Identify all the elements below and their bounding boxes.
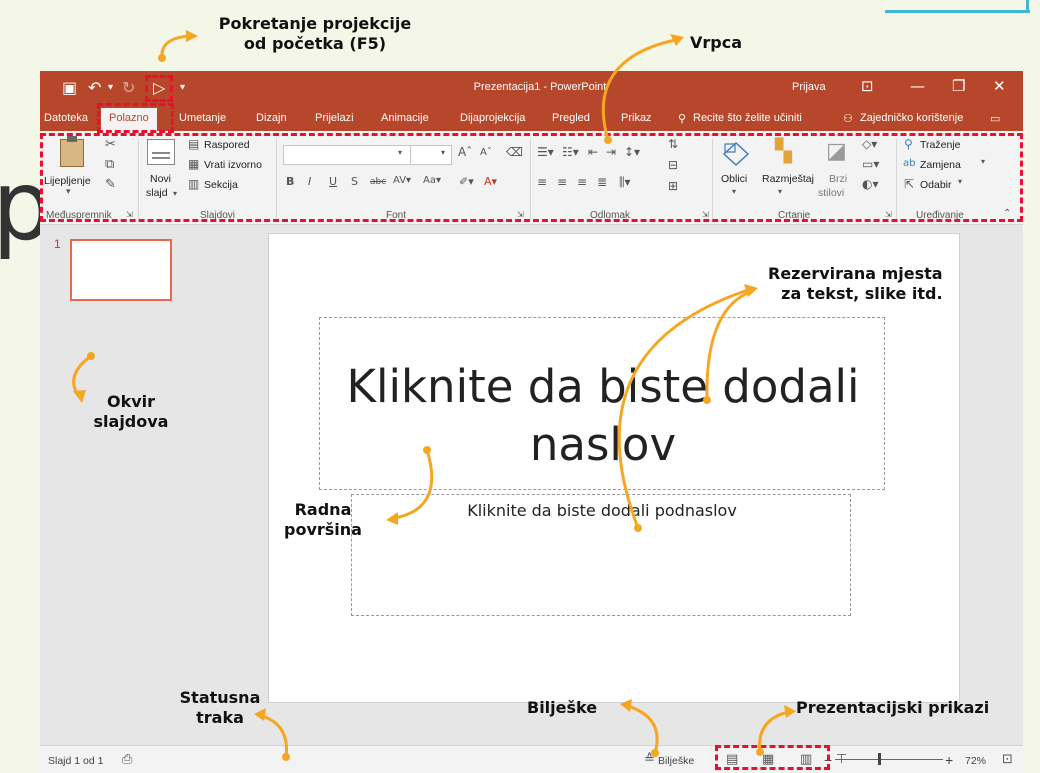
minimize-icon[interactable]: — [910, 77, 925, 95]
undo-icon[interactable]: ↶ [88, 78, 101, 97]
decorative-line-vertical [1026, 0, 1029, 13]
fit-to-window-icon[interactable]: ⊡ [1002, 752, 1013, 767]
title-line-1: Kliknite da biste dodali [346, 360, 860, 413]
callout-slideshow: Pokretanje projekcije od početka (F5) [205, 14, 425, 54]
home-tab-highlight [97, 103, 174, 133]
tab-slideshow[interactable]: Dijaprojekcija [460, 112, 525, 124]
tab-file[interactable]: Datoteka [44, 112, 88, 124]
callout-notes: Bilješke [527, 698, 598, 717]
redo-icon: ↻ [122, 78, 136, 97]
callout-placeholders-line2: za tekst, slike itd. [781, 284, 943, 303]
title-placeholder-text: Kliknite da biste dodali naslov [320, 358, 886, 474]
callout-slides-pane: Okvir slajdova [76, 392, 186, 432]
customize-qat-icon[interactable]: ▾ [180, 82, 185, 93]
subtitle-placeholder-text: Kliknite da biste dodali podnaslov [467, 501, 737, 520]
slide-counter: Slajd 1 od 1 [48, 755, 104, 767]
sign-in-link[interactable]: Prijava [792, 81, 826, 93]
views-highlight [715, 745, 830, 770]
slideshow-button-highlight [145, 75, 173, 102]
status-bar: Slajd 1 od 1 ⎙ ≙ Bilješke ▤ ▦ ▥ ⊤ − + 72… [40, 745, 1023, 773]
callout-slides-pane-line1: Okvir [106, 392, 156, 411]
undo-dropdown-icon[interactable]: ▾ [108, 82, 113, 93]
tab-insert[interactable]: Umetanje [179, 112, 226, 124]
notes-button[interactable]: Bilješke [658, 755, 694, 767]
tell-me-box[interactable]: Recite što želite učiniti [693, 112, 802, 124]
tell-me-icon[interactable]: ⚲ [678, 112, 686, 125]
zoom-in-icon[interactable]: + [945, 752, 953, 768]
subtitle-placeholder[interactable]: Kliknite da biste dodali podnaslov [351, 494, 851, 616]
callout-views: Prezentacijski prikazi [796, 698, 990, 717]
callout-workspace-line2: površina [284, 520, 362, 539]
tab-view[interactable]: Prikaz [621, 112, 652, 124]
ribbon-display-options-icon[interactable]: ⊡ [861, 77, 874, 95]
zoom-slider-thumb[interactable] [878, 753, 881, 765]
ribbon-highlight [40, 133, 1023, 222]
callout-slideshow-line1: Pokretanje projekcije [218, 14, 412, 33]
slide-thumbnail[interactable] [70, 239, 172, 301]
ribbon-tabs: Datoteka Polazno Umetanje Dizajn Prijela… [40, 105, 1023, 131]
tab-animations[interactable]: Animacije [381, 112, 429, 124]
share-icon[interactable]: ⚇ [843, 112, 853, 125]
callout-statusbar-line1: Statusna [179, 688, 261, 707]
window-title: Prezentacija1 - PowerPoint [473, 81, 607, 93]
tab-review[interactable]: Pregled [552, 112, 590, 124]
spell-check-icon[interactable]: ⎙ [122, 752, 132, 767]
callout-statusbar-line2: traka [196, 708, 244, 727]
title-placeholder[interactable]: Kliknite da biste dodali naslov [319, 317, 885, 490]
save-icon[interactable]: ▣ [62, 78, 77, 97]
callout-placeholders-line1: Rezervirana mjesta [768, 264, 943, 283]
title-bar: ▣ ↶ ▾ ↻ ▷ ▾ Prezentacija1 - PowerPoint P… [40, 71, 1023, 105]
zoom-slider[interactable] [835, 759, 943, 760]
callout-workspace-line1: Radna [294, 500, 352, 519]
callout-slides-pane-line2: slajdova [93, 412, 169, 431]
slides-pane: 1 [40, 225, 190, 745]
callout-workspace: Radna površina [278, 500, 368, 540]
zoom-level[interactable]: 72% [965, 755, 986, 767]
share-button[interactable]: Zajedničko korištenje [860, 112, 963, 124]
tab-transitions[interactable]: Prijelazi [315, 112, 354, 124]
callout-placeholders: Rezervirana mjesta za tekst, slike itd. [768, 264, 943, 304]
notes-icon[interactable]: ≙ [644, 752, 655, 767]
callout-statusbar: Statusna traka [165, 688, 275, 728]
title-line-2: naslov [529, 418, 677, 471]
tab-design[interactable]: Dizajn [256, 112, 287, 124]
maximize-icon[interactable]: ❐ [952, 77, 965, 95]
callout-slideshow-line2: od početka (F5) [243, 34, 387, 53]
callout-ribbon: Vrpca [690, 33, 743, 52]
comments-icon[interactable]: ▭ [990, 112, 1000, 125]
decorative-line [885, 10, 1030, 13]
close-icon[interactable]: ✕ [993, 77, 1006, 95]
thumbnail-number: 1 [54, 237, 61, 251]
